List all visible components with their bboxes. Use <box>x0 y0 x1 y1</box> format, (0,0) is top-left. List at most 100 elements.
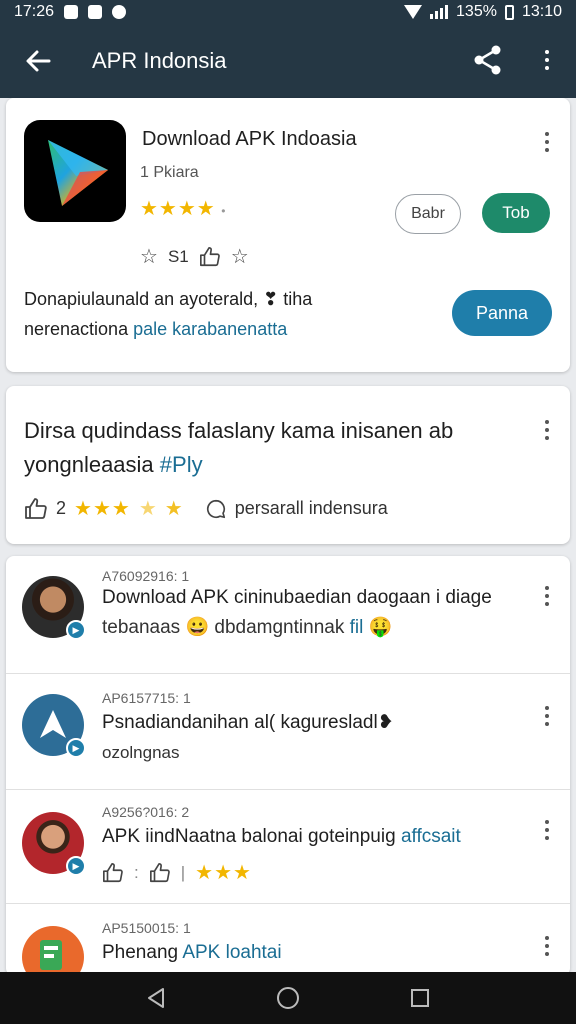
play-store-icon <box>48 140 108 206</box>
nav-recents-button[interactable] <box>405 983 435 1013</box>
comment-actions: : | ★★★ <box>102 860 252 885</box>
share-button[interactable] <box>470 42 506 78</box>
rating-stars: ★★★★ <box>140 198 216 220</box>
battery-icon <box>504 4 514 20</box>
star-outline-icon[interactable]: ☆ <box>231 244 249 269</box>
app-subtitle: 1 Pkiara <box>140 164 199 181</box>
comment-body: APK iindNaatna balonai goteinpuig affcsa… <box>102 822 532 852</box>
app-bar: APR Indonsia <box>0 24 576 98</box>
post-text: Dirsa qudindass falaslany kama inisanen … <box>24 414 534 482</box>
action-row: ☆ S1 ☆ <box>140 244 249 269</box>
comment-link[interactable]: affcsait <box>401 826 461 847</box>
description-line: Donapiulaunald an ayoterald, ❣ tiha <box>24 289 313 309</box>
status-time: 17:26 <box>14 3 55 20</box>
secondary-button[interactable]: Babr <box>395 194 461 234</box>
thumbs-up-icon[interactable] <box>149 862 171 884</box>
status-clock: 13:10 <box>521 3 562 20</box>
post-more-button[interactable] <box>537 416 557 444</box>
notification-icon <box>64 5 79 19</box>
wifi-icon <box>404 5 423 19</box>
avatar[interactable]: ▶ <box>22 576 86 640</box>
verified-badge-icon: ▶ <box>66 738 86 758</box>
avatar[interactable]: ▶ <box>22 812 86 876</box>
comment-text: Phenang <box>102 942 183 963</box>
comment-text: tebanaas 😀 dbdamgntinnak <box>102 617 350 638</box>
comment-more-button[interactable] <box>537 702 557 730</box>
comment-label: persarall indensura <box>234 498 388 518</box>
verified-badge-icon: ▶ <box>66 620 86 640</box>
comment-line: Download APK cininubaedian daogaan i dia… <box>102 587 492 608</box>
comment-line: Psnadiandanihan al( kaguresladl❥ <box>102 712 394 733</box>
back-button[interactable] <box>0 24 76 98</box>
star-outline-icon[interactable]: ☆ <box>140 244 158 269</box>
comment-item[interactable]: ▶ AP6157715: 1 Psnadiandanihan al( kagur… <box>6 674 570 790</box>
comment-emoji: 🤑 <box>363 617 393 638</box>
comment-line: tebanaas 😀 dbdamgntinnak fil 🤑 <box>102 613 532 643</box>
battery-percent: 135% <box>456 3 497 20</box>
comment-item[interactable]: ▶ A9256?016: 2 APK iindNaatna balonai go… <box>6 790 570 904</box>
comment-line: APK iindNaatna balonai goteinpuig affcsa… <box>102 822 532 852</box>
post-line: Dirsa qudindass falaslany kama inisanen … <box>24 418 454 443</box>
hashtag-link[interactable]: #Ply <box>154 452 203 477</box>
comments-card: ▶ A76092916: 1 Download APK cininubaedia… <box>6 556 570 976</box>
comment-icon[interactable] <box>205 498 227 520</box>
comment-meta: AP5150015: 1 <box>102 920 191 936</box>
post-rating-half-star: ★ <box>138 498 157 520</box>
comment-meta: AP6157715: 1 <box>102 690 191 706</box>
comment-item[interactable]: AP5150015: 1 Phenang APK loahtai <box>6 904 570 976</box>
open-button[interactable]: Panna <box>452 290 552 336</box>
page-title: APR Indonsia <box>92 48 227 73</box>
comment-body: Phenang APK loahtai <box>102 938 532 968</box>
comment-item[interactable]: ▶ A76092916: 1 Download APK cininubaedia… <box>6 556 570 674</box>
post-rating-stars: ★★★ <box>74 498 131 520</box>
comment-body: Download APK cininubaedian daogaan i dia… <box>102 583 532 643</box>
comment-body: Psnadiandanihan al( kaguresladl❥ ozolngn… <box>102 708 532 768</box>
comment-meta: A76092916: 1 <box>102 568 190 584</box>
post-card: Dirsa qudindass falaslany kama inisanen … <box>6 386 570 544</box>
separator: | <box>180 862 186 882</box>
description-link[interactable]: pale karabanenatta <box>128 319 287 339</box>
arrow-left-icon <box>26 50 51 72</box>
signal-icon <box>430 5 449 19</box>
comment-link[interactable]: fil <box>350 617 364 638</box>
comment-line: Phenang APK loahtai <box>102 938 532 968</box>
avatar[interactable]: ▶ <box>22 694 86 758</box>
app-rating: ★★★★ • <box>140 196 225 221</box>
thumbs-up-icon[interactable] <box>199 246 221 268</box>
notification-icon <box>88 5 103 19</box>
post-line: yongnleaasia #Ply <box>24 448 534 482</box>
app-description: Donapiulaunald an ayoterald, ❣ tiha nere… <box>24 284 444 344</box>
card-more-button[interactable] <box>537 128 557 156</box>
post-actions: 2 ★★★ ★ ★ persarall indensura <box>24 496 388 521</box>
status-bar: 17:26 135% 13:10 <box>0 0 576 24</box>
nav-back-button[interactable] <box>141 983 171 1013</box>
comment-line: ozolngnas <box>102 743 180 762</box>
comment-more-button[interactable] <box>537 932 557 960</box>
comment-more-button[interactable] <box>537 816 557 844</box>
square-recents-icon <box>411 989 429 1007</box>
description-line: nerenactiona pale karabanenatta <box>24 314 444 344</box>
description-text: nerenactiona <box>24 319 129 339</box>
thumbs-up-icon[interactable] <box>24 497 48 521</box>
verified-badge-icon: ▶ <box>66 856 86 876</box>
separator-dot: : <box>134 862 139 882</box>
more-options-button[interactable] <box>537 46 557 74</box>
circle-home-icon <box>277 987 299 1009</box>
comment-more-button[interactable] <box>537 582 557 610</box>
action-count: S1 <box>167 246 189 266</box>
rating-dot: • <box>221 204 226 218</box>
primary-button[interactable]: Tob <box>482 193 550 233</box>
comment-text: APK iindNaatna balonai goteinpuig <box>102 826 401 847</box>
post-text-part: yongnleaasia <box>24 452 154 477</box>
avatar[interactable] <box>22 926 84 976</box>
app-icon[interactable] <box>24 120 126 222</box>
app-name: Download APK Indoasia <box>142 128 357 150</box>
like-count: 2 <box>56 498 67 518</box>
triangle-back-icon <box>148 988 164 1008</box>
thumbs-up-icon[interactable] <box>102 862 124 884</box>
post-rating-outline-star: ★ <box>164 498 183 520</box>
notification-icon <box>112 5 127 19</box>
nav-home-button[interactable] <box>273 983 303 1013</box>
comment-link[interactable]: APK loahtai <box>182 942 281 963</box>
comment-rating-stars: ★★★ <box>195 862 252 884</box>
